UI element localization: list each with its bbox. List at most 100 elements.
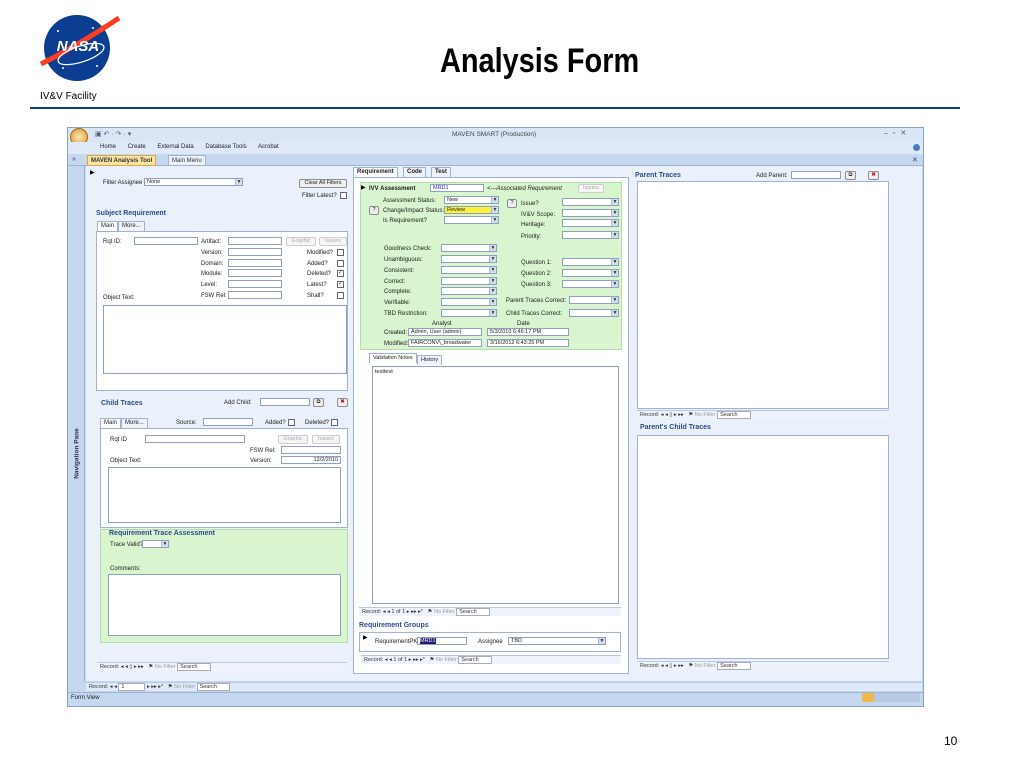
search-box[interactable]: Search xyxy=(177,663,211,671)
latest-checkbox[interactable]: ✓ xyxy=(337,281,344,288)
child-object-text-area[interactable] xyxy=(108,467,341,523)
child-fsw-input[interactable] xyxy=(281,446,341,454)
created-by-input[interactable]: Admin, User (admin) xyxy=(408,328,482,336)
object-text-area[interactable] xyxy=(103,305,347,374)
filter-assignee-select[interactable]: None ▼ xyxy=(144,178,243,186)
assessment-status-select[interactable]: New ▼ xyxy=(444,196,499,204)
ivv-scope-select[interactable]: ▼ xyxy=(562,209,619,217)
child-graphic-button[interactable]: Graphic xyxy=(278,435,308,444)
modified-checkbox[interactable] xyxy=(337,249,344,256)
subject-tab-more[interactable]: More... xyxy=(118,221,145,231)
tab-code[interactable]: Code xyxy=(403,167,426,177)
filter-latest-checkbox[interactable] xyxy=(340,192,347,199)
level-input[interactable] xyxy=(228,280,282,288)
main-record-nav[interactable]: Record: ◂ ◂ 1 ▸ ▸▸ ▸* ⚑ No Filter Search xyxy=(86,682,922,691)
requirement-pk-input[interactable]: MRD1 xyxy=(417,637,467,645)
ivv-record-selector[interactable]: ▶ xyxy=(361,184,366,191)
tab-history[interactable]: History xyxy=(417,355,443,365)
remove-parent-icon[interactable]: ✖ xyxy=(868,171,879,180)
expand-nav-icon[interactable]: » xyxy=(72,156,76,163)
search-box[interactable]: Search xyxy=(456,608,490,616)
child-deleted-checkbox[interactable] xyxy=(331,419,338,426)
issues-button[interactable]: Issues xyxy=(319,237,347,246)
goodness-check-select[interactable]: ▼ xyxy=(441,244,497,252)
ribbon-tab-external[interactable]: External Data xyxy=(157,144,193,150)
no-filter[interactable]: No Filter xyxy=(695,412,716,418)
source-input[interactable] xyxy=(203,418,253,426)
parent-traces-list[interactable] xyxy=(637,181,889,409)
question3-select[interactable]: ▼ xyxy=(562,280,619,288)
ribbon-tab-home[interactable]: Home xyxy=(100,144,116,150)
window-controls[interactable]: –▫✕ xyxy=(884,129,911,137)
no-filter[interactable]: No Filter xyxy=(434,609,455,615)
search-box[interactable]: Search xyxy=(196,683,230,691)
close-doc-icon[interactable]: ✕ xyxy=(912,156,918,164)
shall-checkbox[interactable] xyxy=(337,292,344,299)
ribbon-tab-dbtools[interactable]: Database Tools xyxy=(205,144,246,150)
tab-test[interactable]: Test xyxy=(431,167,451,177)
tbd-restriction-select[interactable]: ▼ xyxy=(441,309,497,317)
view-switcher-icons[interactable] xyxy=(862,693,920,702)
consistent-select[interactable]: ▼ xyxy=(441,266,497,274)
no-filter[interactable]: No Filter xyxy=(436,657,457,663)
validation-notes-area[interactable]: testtest xyxy=(372,366,619,604)
help-icon[interactable] xyxy=(913,144,920,151)
assignee-select[interactable]: TBD ▼ xyxy=(508,637,606,645)
search-box[interactable]: Search xyxy=(717,662,751,670)
question1-select[interactable]: ▼ xyxy=(562,258,619,266)
child-added-checkbox[interactable] xyxy=(288,419,295,426)
ribbon-tab-acrobat[interactable]: Acrobat xyxy=(258,144,279,150)
priority-select[interactable]: ▼ xyxy=(562,231,619,239)
tab-requirement[interactable]: Requirement xyxy=(353,167,398,177)
artifact-input[interactable] xyxy=(228,237,282,245)
added-checkbox[interactable] xyxy=(337,260,344,267)
doc-tab-main-menu[interactable]: Main Menu xyxy=(168,155,206,166)
form-scrollbar[interactable] xyxy=(914,166,922,680)
child-issues-button[interactable]: Issues xyxy=(312,435,340,444)
unambiguous-select[interactable]: ▼ xyxy=(441,255,497,263)
record-value[interactable]: 1 xyxy=(118,683,146,691)
version-input[interactable] xyxy=(228,248,282,256)
add-child-input[interactable] xyxy=(260,398,310,406)
child-tab-more[interactable]: More... xyxy=(121,418,148,428)
remove-child-icon[interactable]: ✖ xyxy=(337,398,348,407)
help-issue-button[interactable]: ? xyxy=(507,199,517,208)
heritage-select[interactable]: ▼ xyxy=(562,219,619,227)
no-filter[interactable]: No Filter xyxy=(155,664,176,670)
quick-access-toolbar[interactable]: ▣ ↶ · ↷ · ▾ xyxy=(95,130,131,138)
question2-select[interactable]: ▼ xyxy=(562,269,619,277)
modified-by-input[interactable]: FAIRCONV\_broadwater xyxy=(408,339,482,347)
ivv-issues-button[interactable]: Issues xyxy=(578,184,604,193)
ribbon-tab-create[interactable]: Create xyxy=(128,144,146,150)
subject-tab-main[interactable]: Main xyxy=(97,221,119,231)
comments-area[interactable] xyxy=(108,574,341,636)
parent-child-record-nav[interactable]: Record: ◂ ◂ ▯ ▸ ▸▸ ⚑ No Filter Search xyxy=(637,661,889,670)
child-tab-main[interactable]: Main xyxy=(100,418,122,428)
add-parent-link-icon[interactable]: ⧉ xyxy=(845,171,856,180)
child-traces-correct-select[interactable]: ▼ xyxy=(569,309,619,317)
help-status-button[interactable]: ? xyxy=(369,206,379,215)
search-box[interactable]: Search xyxy=(458,656,492,664)
parent-record-nav[interactable]: Record: ◂ ◂ ▯ ▸ ▸▸ ⚑ No Filter Search xyxy=(637,410,889,419)
clear-filters-button[interactable]: Clear All Filters xyxy=(299,179,347,188)
domain-input[interactable] xyxy=(228,259,282,267)
correct-select[interactable]: ▼ xyxy=(441,277,497,285)
notes-record-nav[interactable]: Record: ◂ ◂ 1 of 1 ▸ ▸▸ ▸* ⚑ No Filter S… xyxy=(359,607,621,616)
verifiable-select[interactable]: ▼ xyxy=(441,298,497,306)
groups-record-selector[interactable]: ▶ xyxy=(363,634,368,641)
groups-record-nav[interactable]: Record: ◂ ◂ 1 of 1 ▸ ▸▸ ▸* ⚑ No Filter S… xyxy=(361,655,621,664)
deleted-checkbox[interactable]: ✓ xyxy=(337,270,344,277)
issue-select[interactable]: ▼ xyxy=(562,198,619,206)
record-selector[interactable]: ▶ xyxy=(90,169,95,176)
child-version-input[interactable]: 12/2/2010 xyxy=(281,456,341,464)
no-filter[interactable]: No Filter xyxy=(695,663,716,669)
add-child-link-icon[interactable]: ⧉ xyxy=(313,398,324,407)
complete-select[interactable]: ▼ xyxy=(441,287,497,295)
change-impact-select[interactable]: Review ▼ xyxy=(444,206,499,214)
tab-validation-notes[interactable]: Validation Notes xyxy=(369,353,417,363)
parent-traces-correct-select[interactable]: ▼ xyxy=(569,296,619,304)
rqt-id-input[interactable] xyxy=(134,237,198,245)
no-filter[interactable]: No Filter xyxy=(174,684,195,690)
created-date-input[interactable]: 5/3/2010 6:46:17 PM xyxy=(487,328,569,336)
fsw-rel-input[interactable] xyxy=(228,291,282,299)
